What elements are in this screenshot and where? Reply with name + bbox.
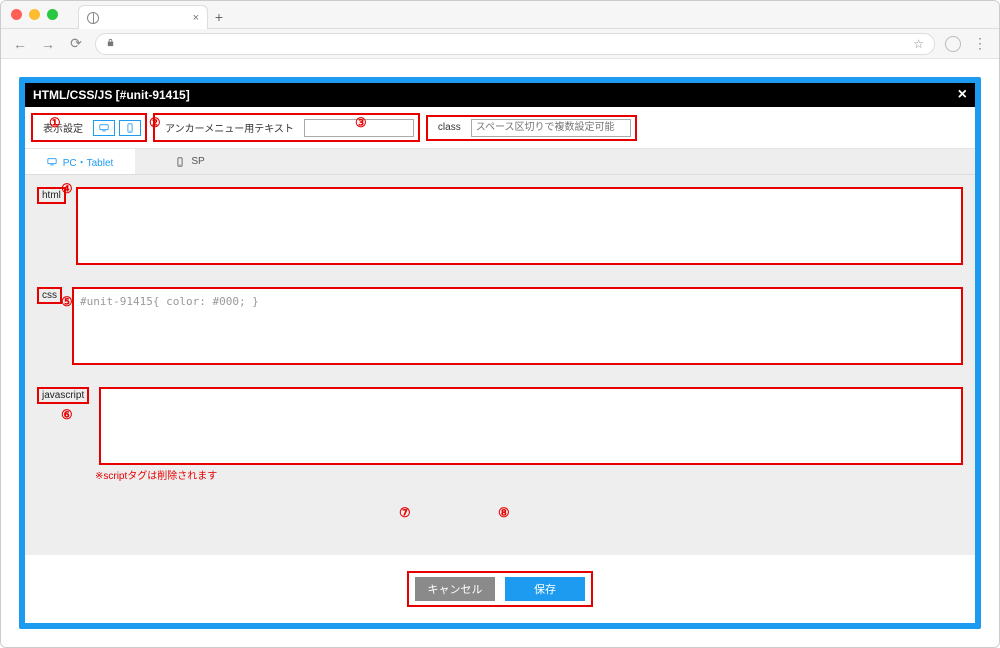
new-tab-button[interactable]: +: [208, 6, 230, 28]
js-block: javascript: [37, 387, 963, 465]
browser-tab[interactable]: ×: [78, 5, 208, 29]
close-tab-icon[interactable]: ×: [193, 12, 199, 24]
save-button[interactable]: 保存: [505, 577, 585, 601]
forward-button[interactable]: →: [39, 36, 57, 52]
minimize-window-button[interactable]: [29, 9, 40, 20]
annotation-4: ④: [61, 181, 73, 197]
titlebar: × +: [1, 1, 999, 29]
class-input[interactable]: [471, 119, 631, 137]
annotation-6: ⑥: [61, 407, 73, 423]
class-group: class: [426, 115, 637, 141]
annotation-1: ①: [49, 115, 61, 131]
close-window-button[interactable]: [11, 9, 22, 20]
address-bar[interactable]: ☆: [95, 33, 935, 55]
browser-toolbar: ← → ⟳ ☆ ⋮: [1, 29, 999, 59]
html-textarea[interactable]: [76, 187, 963, 265]
display-desktop-button[interactable]: [93, 120, 115, 136]
reload-button[interactable]: ⟳: [67, 35, 85, 52]
css-label: css: [37, 287, 62, 304]
code-area: html css javascript ※scriptタグは削除されます: [25, 175, 975, 555]
browser-window: × + ← → ⟳ ☆ ⋮ HTML/CSS/JS [#unit-91415] …: [0, 0, 1000, 648]
dialog-panel: HTML/CSS/JS [#unit-91415] × 表示設定: [19, 77, 981, 629]
tab-pc-tablet[interactable]: PC・Tablet: [25, 149, 135, 174]
bookmark-star-icon[interactable]: ☆: [913, 37, 924, 51]
tab-pc-label: PC・Tablet: [63, 154, 114, 169]
css-block: css: [37, 287, 963, 365]
class-label: class: [432, 119, 467, 136]
dialog-close-button[interactable]: ×: [958, 86, 967, 104]
anchor-label: アンカーメニュー用テキスト: [159, 117, 300, 138]
cancel-button[interactable]: キャンセル: [415, 577, 495, 601]
js-note: ※scriptタグは削除されます: [95, 467, 963, 482]
display-label: 表示設定: [37, 117, 89, 138]
device-tabs: PC・Tablet SP: [25, 149, 975, 175]
annotation-7: ⑦: [399, 505, 411, 521]
js-label: javascript: [37, 387, 89, 404]
annotation-3: ③: [355, 115, 367, 131]
annotation-5: ⑤: [61, 294, 73, 310]
css-textarea[interactable]: [72, 287, 963, 365]
lock-icon: [106, 38, 115, 50]
dialog-title: HTML/CSS/JS [#unit-91415]: [33, 88, 190, 102]
button-row: キャンセル 保存: [407, 571, 593, 607]
menu-button[interactable]: ⋮: [971, 35, 989, 52]
annotation-8: ⑧: [498, 505, 510, 521]
annotation-2: ②: [149, 115, 161, 131]
display-mobile-button[interactable]: [119, 120, 141, 136]
traffic-lights: [11, 9, 58, 20]
globe-icon: [87, 12, 99, 24]
dialog-header: HTML/CSS/JS [#unit-91415] ×: [25, 83, 975, 107]
html-block: html: [37, 187, 963, 265]
page-viewport: HTML/CSS/JS [#unit-91415] × 表示設定: [1, 59, 999, 647]
settings-bar: 表示設定 アンカーメニュー用テキスト class: [25, 107, 975, 149]
tab-sp[interactable]: SP: [135, 149, 245, 174]
anchor-text-group: アンカーメニュー用テキスト: [153, 113, 420, 142]
back-button[interactable]: ←: [11, 36, 29, 52]
profile-button[interactable]: [945, 36, 961, 52]
dialog-footer: キャンセル 保存: [25, 555, 975, 623]
js-textarea[interactable]: [99, 387, 963, 465]
maximize-window-button[interactable]: [47, 9, 58, 20]
tab-sp-label: SP: [191, 156, 204, 167]
